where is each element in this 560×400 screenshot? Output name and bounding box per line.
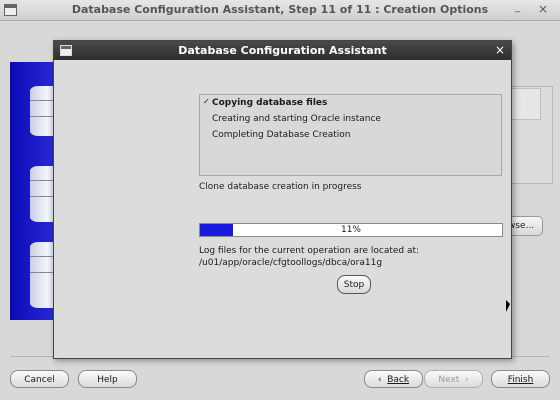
step-copying-files: Copying database files — [212, 98, 328, 108]
stop-button[interactable]: Stop — [337, 275, 371, 294]
log-location-label: Log files for the current operation are … — [199, 246, 420, 256]
database-banner-image — [10, 62, 56, 320]
next-label: Next — [438, 375, 460, 385]
dialog-titlebar: Database Configuration Assistant × — [54, 41, 511, 60]
close-icon[interactable]: × — [538, 2, 548, 16]
back-button[interactable]: ‹ Back — [364, 370, 423, 388]
step-list: ✓ Copying database files Creating and st… — [199, 94, 502, 176]
next-button[interactable]: Next › — [424, 370, 483, 388]
close-icon[interactable]: × — [495, 43, 505, 57]
background-options-field — [510, 88, 541, 120]
cancel-button[interactable]: Cancel — [10, 370, 69, 388]
progress-dialog: Database Configuration Assistant × ✓ Cop… — [53, 40, 512, 359]
finish-button[interactable]: Finish — [491, 370, 550, 388]
step-starting-instance: Creating and starting Oracle instance — [212, 114, 381, 124]
back-label: Back — [387, 375, 410, 385]
browse-button[interactable]: wse... — [508, 216, 543, 236]
mouse-cursor-icon — [506, 300, 510, 312]
log-location-path: /u01/app/oracle/cfgtoollogs/dbca/ora11g — [199, 258, 383, 268]
background-titlebar: Database Configuration Assistant, Step 1… — [0, 0, 560, 21]
progress-bar: 11% — [199, 223, 503, 237]
help-button[interactable]: Help — [78, 370, 137, 388]
finish-label: Finish — [507, 375, 534, 385]
dialog-title: Database Configuration Assistant — [178, 44, 387, 57]
status-text: Clone database creation in progress — [199, 182, 362, 192]
step-completing-creation: Completing Database Creation — [212, 130, 351, 140]
checkmark-icon: ✓ — [203, 97, 210, 106]
background-window-title: Database Configuration Assistant, Step 1… — [71, 3, 489, 16]
minimize-icon[interactable]: _ — [515, 2, 520, 13]
progress-label: 11% — [340, 225, 361, 235]
